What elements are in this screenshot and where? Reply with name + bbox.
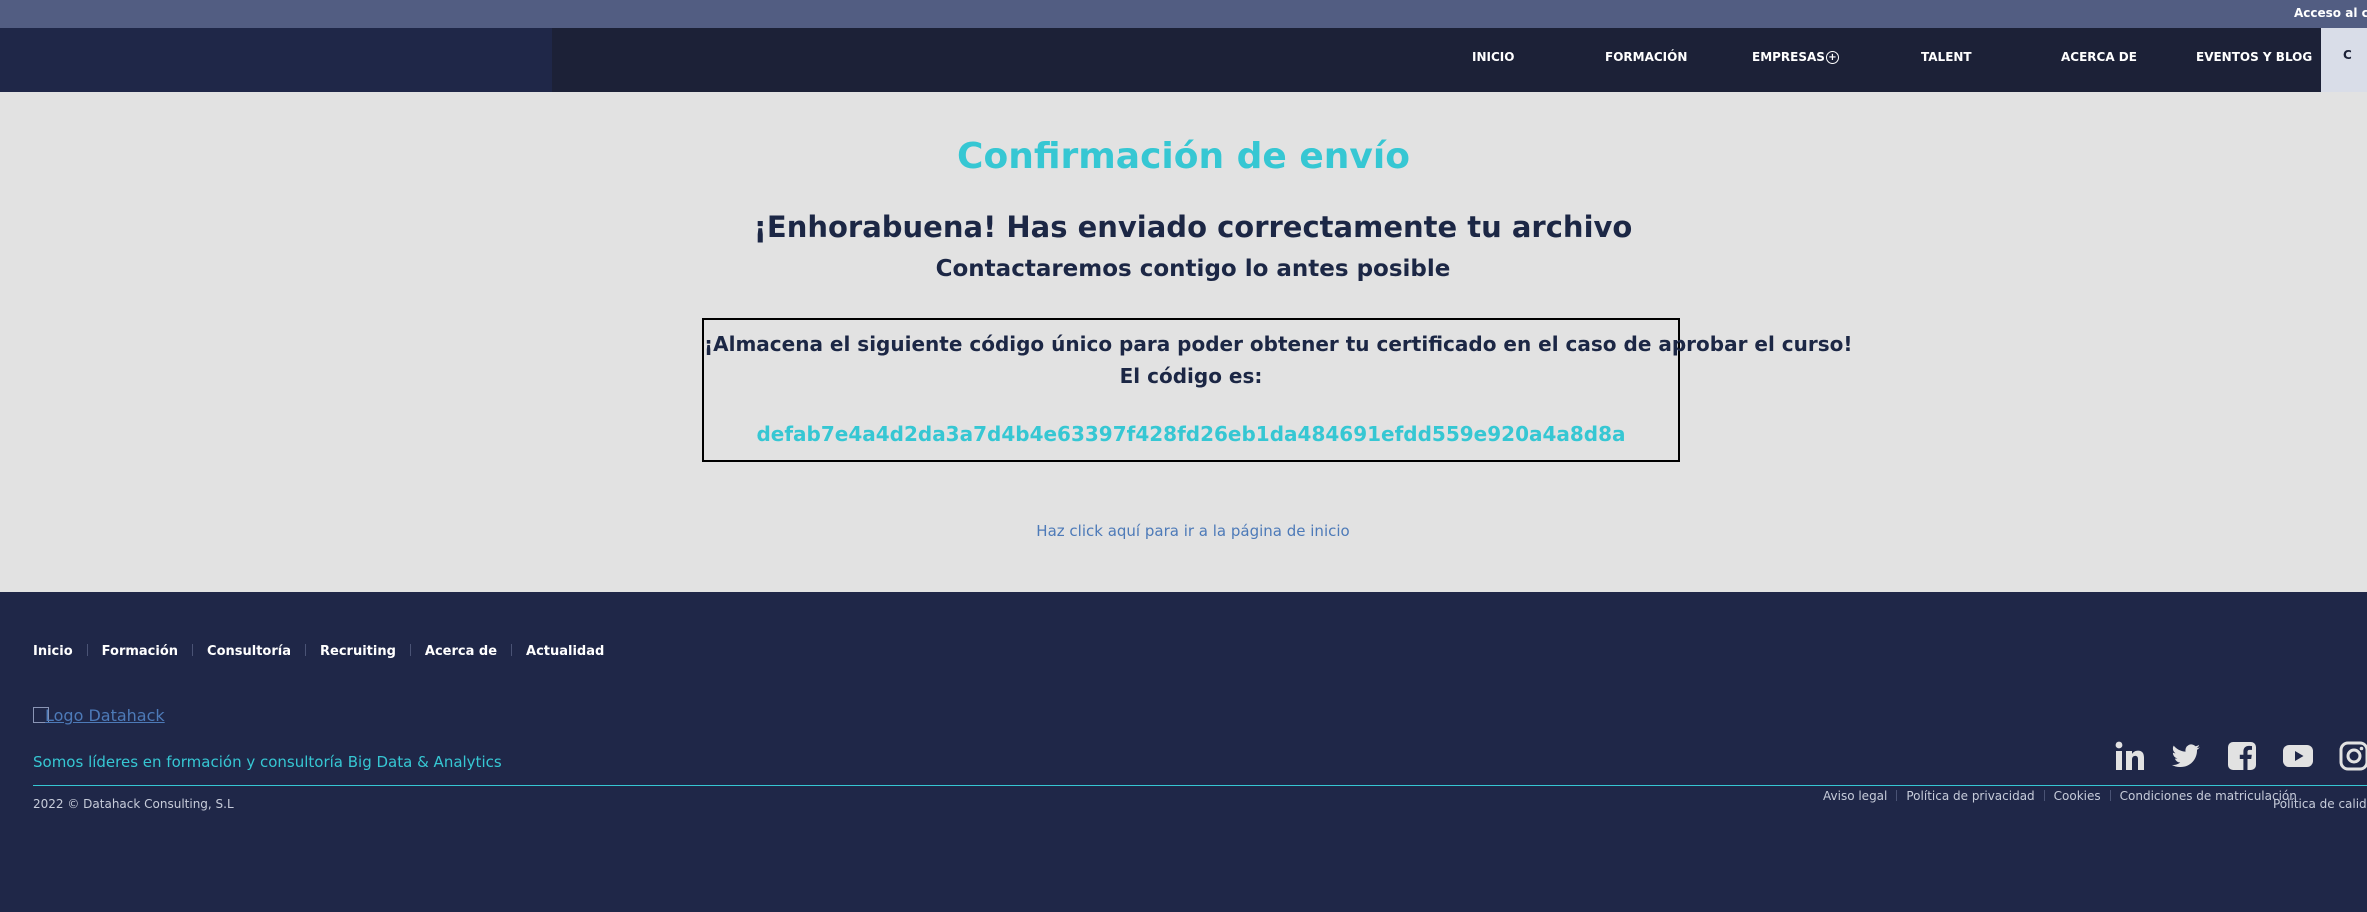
instagram-icon[interactable] bbox=[2338, 740, 2367, 772]
nav-right-button-label: C bbox=[2343, 48, 2352, 62]
footer: Inicio Formación Consultoría Recruiting Acer… bbox=[0, 592, 2367, 912]
page-title: Confirmación de envío bbox=[957, 136, 1410, 177]
footer-link-actualidad[interactable]: Actualidad bbox=[526, 644, 604, 659]
footer-link-acerca-de[interactable]: Acerca de bbox=[425, 644, 497, 659]
footer-link-inicio[interactable]: Inicio bbox=[33, 644, 73, 659]
main-content: Confirmación de envío ¡Enhorabuena! Has … bbox=[0, 92, 2367, 592]
legal-link-cookies[interactable]: Cookies bbox=[2054, 789, 2101, 803]
nav-item-formacion[interactable]: FORMACIÓN bbox=[1605, 28, 1687, 92]
footer-link-formacion[interactable]: Formación bbox=[102, 644, 178, 659]
legal-link-aviso[interactable]: Aviso legal bbox=[1823, 789, 1887, 803]
code-label: El código es: bbox=[1119, 364, 1263, 388]
legal-link-calidad[interactable]: Política de calidad bbox=[2273, 797, 2367, 811]
legal-divider bbox=[2109, 790, 2111, 801]
campus-access-link[interactable]: Acceso al campus bbox=[2294, 6, 2367, 20]
nav-item-inicio[interactable]: INICIO bbox=[1472, 28, 1514, 92]
unique-code-value[interactable]: defab7e4a4d2da3a7d4b4e63397f428fd26eb1da… bbox=[704, 422, 1678, 446]
footer-tagline: Somos líderes en formación y consultoría… bbox=[33, 753, 502, 771]
footer-divider bbox=[511, 644, 513, 656]
plus-circle-icon: + bbox=[1825, 51, 1839, 64]
legal-links: Aviso legal Política de privacidad Cookies… bbox=[1823, 789, 2297, 803]
footer-link-recruiting[interactable]: Recruiting bbox=[320, 644, 396, 659]
legal-divider bbox=[1896, 790, 1898, 801]
copyright-text: 2022 © Datahack Consulting, S.L bbox=[33, 797, 234, 811]
nav-item-talent[interactable]: TALENT bbox=[1921, 28, 1972, 92]
legal-divider bbox=[2043, 790, 2045, 801]
nav-item-empresas[interactable]: EMPRESAS + bbox=[1752, 28, 1839, 92]
nav-item-empresas-label: EMPRESAS bbox=[1752, 50, 1825, 64]
twitter-icon[interactable] bbox=[2170, 740, 2202, 772]
unique-code-box: ¡Almacena el siguiente código único para… bbox=[702, 318, 1853, 462]
footer-link-consultoria[interactable]: Consultoría bbox=[207, 644, 291, 659]
legal-link-privacidad[interactable]: Política de privacidad bbox=[1906, 789, 2034, 803]
legal-link-matriculacion[interactable]: Condiciones de matriculación bbox=[2120, 789, 2297, 803]
footer-divider bbox=[192, 644, 194, 656]
main-navbar: INICIO FORMACIÓN EMPRESAS + TALENT ACERCA… bbox=[0, 28, 2367, 92]
linkedin-icon[interactable] bbox=[2114, 740, 2146, 772]
youtube-icon[interactable] bbox=[2282, 740, 2314, 772]
home-page-link[interactable]: Haz click aquí para ir a la página de in… bbox=[0, 522, 2367, 540]
nav-item-eventos-blog[interactable]: EVENTOS Y BLOG bbox=[2196, 28, 2312, 92]
footer-logo-alt-text: Logo Datahack bbox=[45, 706, 165, 725]
congrats-heading: ¡Enhorabuena! Has enviado correctamente … bbox=[753, 210, 1633, 244]
navbar-logo-area bbox=[0, 28, 552, 92]
footer-divider bbox=[409, 644, 411, 656]
footer-nav: Inicio Formación Consultoría Recruiting Acer… bbox=[33, 644, 604, 659]
footer-divider-line bbox=[33, 785, 2367, 786]
footer-divider bbox=[86, 644, 88, 656]
footer-logo[interactable]: Logo Datahack bbox=[33, 706, 165, 725]
footer-divider bbox=[305, 644, 306, 656]
nav-item-acerca-de[interactable]: ACERCA DE bbox=[2061, 28, 2137, 92]
top-bar: Acceso al campus bbox=[0, 0, 2367, 28]
facebook-icon[interactable] bbox=[2226, 740, 2258, 772]
contact-subheading: Contactaremos contigo lo antes posible bbox=[935, 256, 1451, 282]
nav-right-button[interactable]: C bbox=[2321, 28, 2367, 92]
code-store-instructions: ¡Almacena el siguiente código único para… bbox=[704, 332, 1853, 356]
